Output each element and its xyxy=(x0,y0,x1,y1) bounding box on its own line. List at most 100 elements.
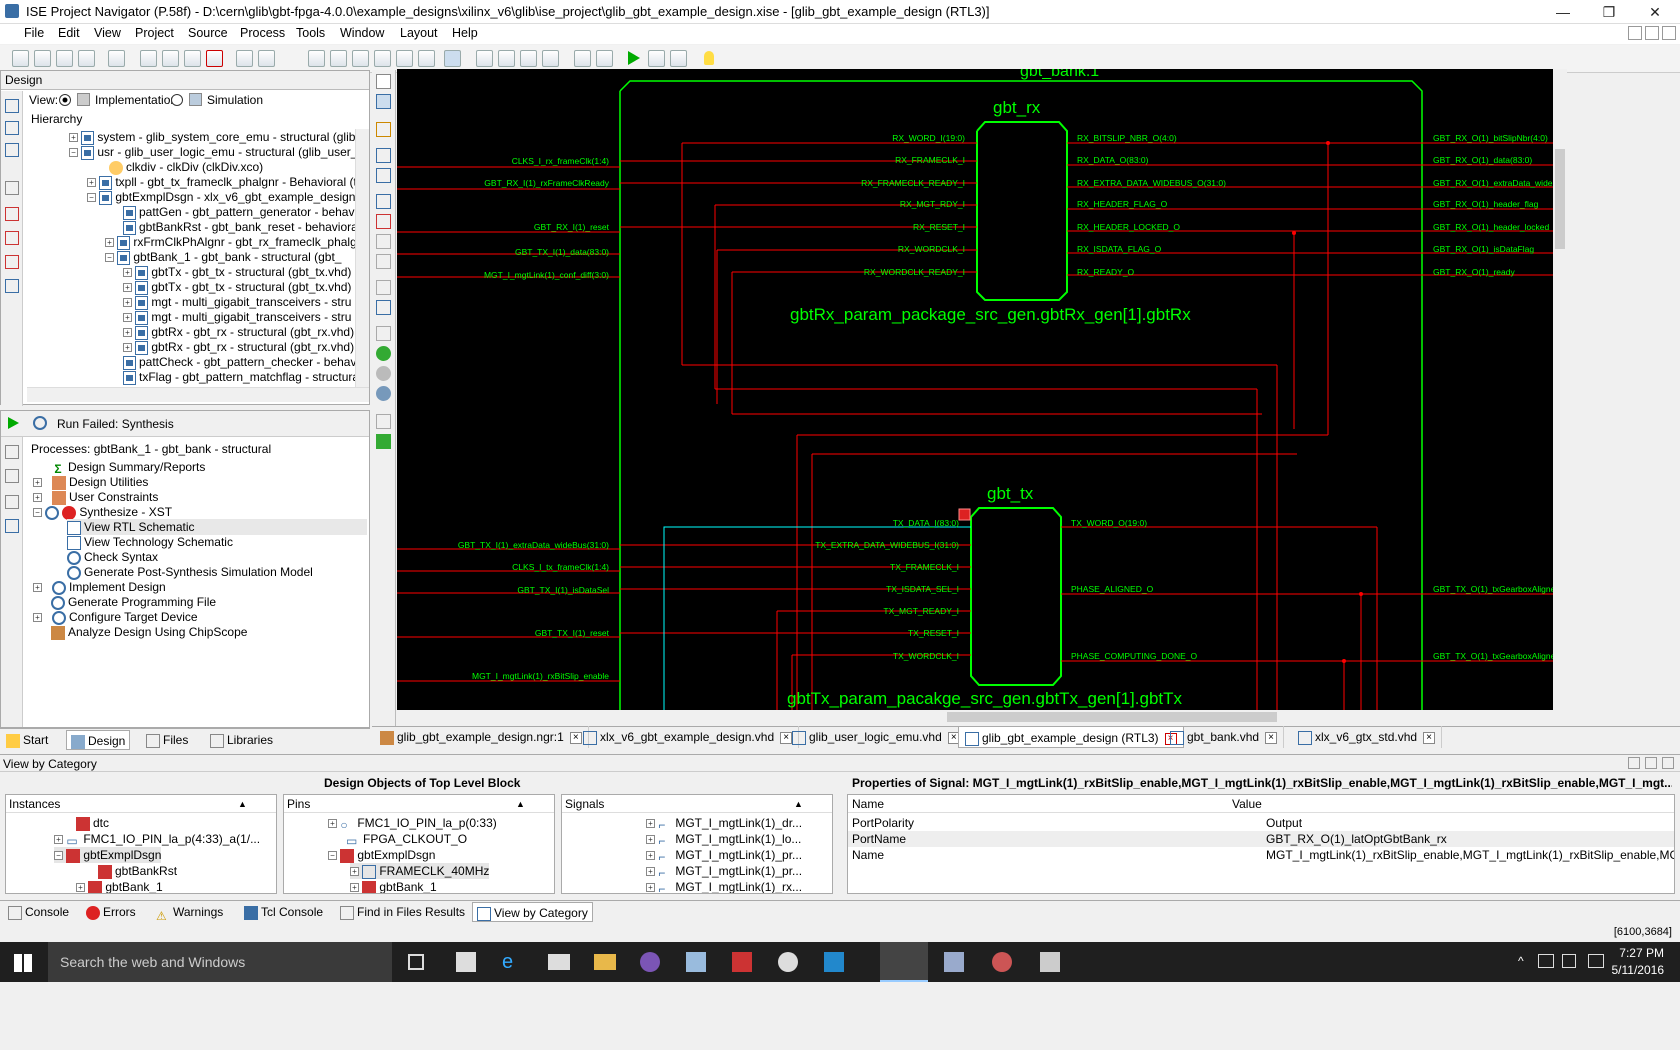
panel-close-icon[interactable] xyxy=(1662,757,1674,769)
simulation-label[interactable]: Simulation xyxy=(207,91,263,109)
bank-port-out[interactable]: GBT_TX_O(1)_txGearboxAligne xyxy=(1433,584,1553,594)
tree-item[interactable]: + gbtRx - gbt_rx - structural (gbt_rx.vh… xyxy=(123,339,354,355)
expand-icon[interactable] xyxy=(5,445,19,459)
acrobat-icon[interactable] xyxy=(732,952,752,972)
zoom-in-icon[interactable] xyxy=(308,50,325,67)
cut-icon[interactable] xyxy=(140,50,157,67)
bank-port-out[interactable]: GBT_RX_O(1)_data(83:0) xyxy=(1433,155,1532,165)
bank-port-out[interactable]: GBT_RX_O(1)_header_flag xyxy=(1433,199,1539,209)
add-source-icon[interactable] xyxy=(5,99,19,113)
zoom-out-icon[interactable] xyxy=(330,50,347,67)
app-icon-5[interactable] xyxy=(944,952,964,972)
bank-port-in[interactable]: GBT_RX_I(1)_rxFrameClkReady xyxy=(484,178,609,188)
process-properties-icon[interactable] xyxy=(5,495,19,509)
route-icon[interactable] xyxy=(376,94,391,109)
schematic-drawing[interactable]: gbt_bank:1 gbt_rx gbtRx_param_package_sr… xyxy=(397,69,1553,710)
signal-row[interactable]: + ⌐ MGT_I_mgtLink(1)_lo... xyxy=(646,831,801,848)
tree-item[interactable]: + system - glib_system_core_emu - struct… xyxy=(69,129,355,145)
tx-port-in[interactable]: TX_ISDATA_SEL_I xyxy=(886,584,959,594)
tx-port-out[interactable]: PHASE_COMPUTING_DONE_O xyxy=(1071,651,1197,661)
bank-port-in[interactable]: MGT_I_mgtLink(1)_conf_diff(3:0) xyxy=(484,270,609,280)
pin-row[interactable]: + gbtBank_1 xyxy=(350,879,437,893)
bank-port-in[interactable]: GBT_TX_I(1)_data(83:0) xyxy=(515,247,609,257)
new-source-icon[interactable] xyxy=(5,143,19,157)
select-pointer-icon[interactable] xyxy=(376,74,391,89)
process-item[interactable]: + User Constraints xyxy=(33,489,158,505)
bank-port-out[interactable]: GBT_RX_O(1)_header_locked xyxy=(1433,222,1550,232)
prop-value[interactable]: Output xyxy=(1266,815,1302,831)
app-icon-4[interactable] xyxy=(824,952,844,972)
pins-header[interactable]: Pins ▲ xyxy=(284,795,554,813)
bank-port-in[interactable]: GBT_TX_I(1)_isDataSel xyxy=(517,585,609,595)
tile-vertical-icon[interactable] xyxy=(520,50,537,67)
doc-tab-gbt-bank-vhd[interactable]: gbt_bank.vhd × xyxy=(1164,726,1285,748)
process-item-selected[interactable]: View RTL Schematic xyxy=(67,519,367,535)
windows-start-icon[interactable] xyxy=(14,954,32,972)
tab-console[interactable]: Console xyxy=(8,902,69,922)
sigma-icon[interactable] xyxy=(648,50,665,67)
menu-edit[interactable]: Edit xyxy=(58,26,80,40)
bank-port-in[interactable]: GBT_TX_I(1)_reset xyxy=(535,628,610,638)
store-icon[interactable] xyxy=(456,952,476,972)
prop-value[interactable]: MGT_I_mgtLink(1)_rxBitSlip_enable,MGT_I_… xyxy=(1266,847,1674,863)
tree-item[interactable]: pattGen - gbt_pattern_generator - behavi… xyxy=(123,204,355,220)
copy-icon[interactable] xyxy=(162,50,179,67)
new-file-icon[interactable] xyxy=(12,50,29,67)
instance-row[interactable]: + gbtBank_1 xyxy=(76,879,163,893)
delete-icon[interactable] xyxy=(206,50,223,67)
menu-window[interactable]: Window xyxy=(340,26,384,40)
tree-item[interactable]: + gbtTx - gbt_tx - structural (gbt_tx.vh… xyxy=(123,264,351,280)
tab-tcl-console[interactable]: Tcl Console xyxy=(244,902,323,922)
tab-find-in-files[interactable]: Find in Files Results xyxy=(340,902,465,922)
instances-header[interactable]: Instances ▲ xyxy=(6,795,276,813)
tree-vertical-scrollbar[interactable] xyxy=(355,129,369,387)
tab-errors[interactable]: Errors xyxy=(86,902,136,922)
instance-row[interactable]: dtc xyxy=(76,815,109,831)
save-all-icon[interactable] xyxy=(78,50,95,67)
mdi-minimize-icon[interactable] xyxy=(1628,26,1642,40)
tx-port-in[interactable]: TX_MGT_READY_I xyxy=(883,606,959,616)
volume-icon[interactable] xyxy=(1562,954,1576,968)
app-icon-2[interactable] xyxy=(686,952,706,972)
properties-icon[interactable] xyxy=(5,231,19,245)
hierarchy-icon[interactable] xyxy=(5,181,19,195)
process-item[interactable]: + Implement Design xyxy=(33,579,166,595)
bank-port-in[interactable]: GBT_TX_I(1)_extraData_wideBus(31:0) xyxy=(458,540,609,550)
process-item[interactable]: − Synthesize - XST xyxy=(33,504,172,520)
tab-view-by-category[interactable]: View by Category xyxy=(472,902,593,922)
process-item[interactable]: Generate Post-Synthesis Simulation Model xyxy=(67,564,313,580)
tile-horizontal-icon[interactable] xyxy=(498,50,515,67)
app-icon-7[interactable] xyxy=(1040,952,1060,972)
props-value-header[interactable]: Value xyxy=(1232,795,1262,813)
bank-port-out[interactable]: GBT_RX_O(1)_ready xyxy=(1433,267,1515,277)
tree-horizontal-scrollbar[interactable] xyxy=(27,387,369,402)
history-icon[interactable] xyxy=(376,386,391,401)
vertical-scroll-thumb[interactable] xyxy=(1555,149,1565,249)
forward-icon[interactable] xyxy=(376,366,391,381)
print-icon[interactable] xyxy=(108,50,125,67)
tab-libraries[interactable]: Libraries xyxy=(210,730,273,750)
app-icon-3[interactable] xyxy=(778,952,798,972)
instance-row[interactable]: gbtBankRst xyxy=(98,863,177,879)
app-icon-1[interactable] xyxy=(640,952,660,972)
tab-files[interactable]: Files xyxy=(146,730,188,750)
restore-button[interactable]: ❐ xyxy=(1586,0,1632,24)
tree-item[interactable]: + mgt - multi_gigabit_transceivers - str… xyxy=(123,309,351,325)
schematic-vertical-scrollbar[interactable] xyxy=(1553,69,1567,710)
zoom-select-icon[interactable] xyxy=(396,50,413,67)
signal-row[interactable]: + ⌐ MGT_I_mgtLink(1)_dr... xyxy=(646,815,802,832)
prop-value[interactable]: GBT_RX_O(1)_latOptGbtBank_rx xyxy=(1266,831,1447,847)
doc-tab-gtx-std-vhd[interactable]: xlx_v6_gtx_std.vhd × xyxy=(1292,726,1443,748)
process-panel-icon[interactable] xyxy=(5,519,19,533)
run-icon[interactable] xyxy=(628,51,640,65)
schematic-horizontal-scrollbar[interactable] xyxy=(397,710,1553,724)
bank-port-in[interactable]: CLKS_I_rx_frameClk(1:4) xyxy=(512,156,609,166)
mail-icon[interactable] xyxy=(548,954,570,970)
collapse-icon[interactable] xyxy=(5,469,19,483)
tx-port-in[interactable]: TX_RESET_I xyxy=(908,628,959,638)
tree-item[interactable]: + rxFrmClkPhAlgnr - gbt_rx_frameclk_phal… xyxy=(105,234,355,250)
process-item[interactable]: View Technology Schematic xyxy=(67,534,233,550)
tx-port-out[interactable]: TX_WORD_O(19:0) xyxy=(1071,518,1147,528)
process-item[interactable]: Generate Programming File xyxy=(51,594,216,610)
bank-port-out[interactable]: GBT_RX_O(1)_bitSlipNbr(4:0) xyxy=(1433,133,1548,143)
